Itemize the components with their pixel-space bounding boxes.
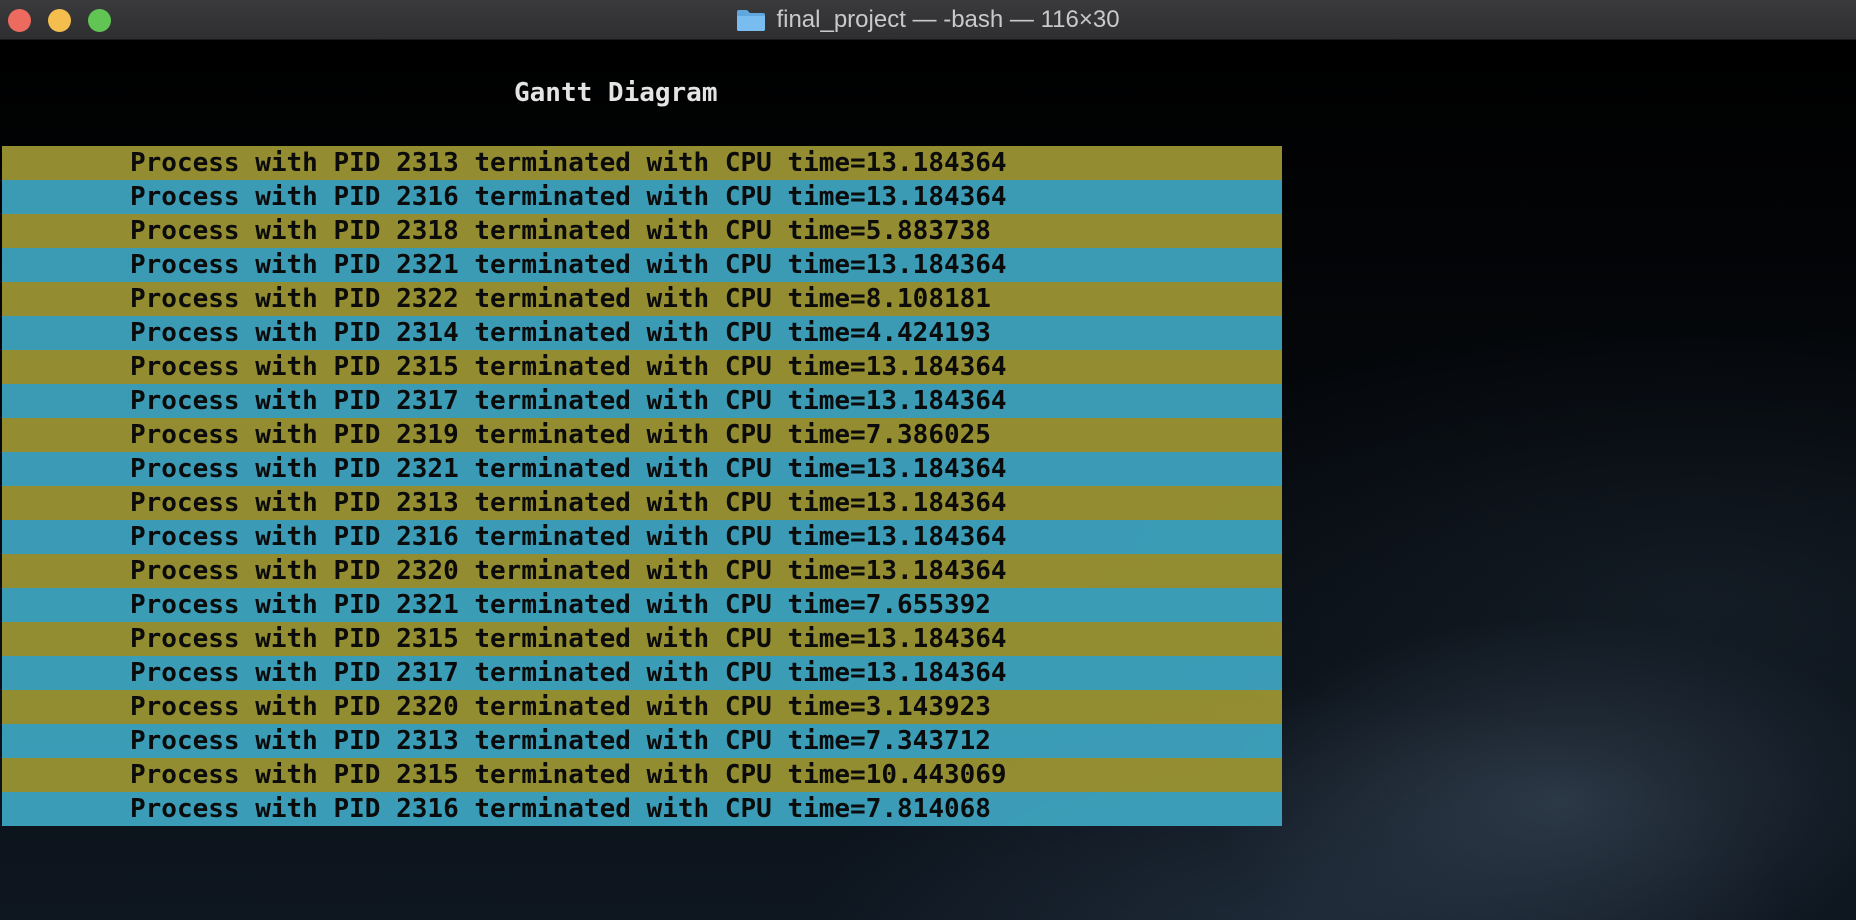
gantt-row: Process with PID 2315 terminated with CP…: [2, 622, 1282, 656]
gantt-row: Process with PID 2316 terminated with CP…: [2, 180, 1282, 214]
gantt-row: Process with PID 2316 terminated with CP…: [2, 792, 1282, 826]
gantt-rows: Process with PID 2313 terminated with CP…: [2, 146, 1282, 826]
gantt-row: Process with PID 2315 terminated with CP…: [2, 758, 1282, 792]
gantt-row: Process with PID 2321 terminated with CP…: [2, 452, 1282, 486]
gantt-row: Process with PID 2322 terminated with CP…: [2, 282, 1282, 316]
terminal-output-area[interactable]: Gantt Diagram Process with PID 2313 term…: [0, 40, 1856, 920]
window-title: final_project — -bash — 116×30: [776, 6, 1120, 33]
gantt-diagram-heading: Gantt Diagram: [514, 78, 718, 108]
gantt-row: Process with PID 2313 terminated with CP…: [2, 486, 1282, 520]
gantt-row: Process with PID 2317 terminated with CP…: [2, 656, 1282, 690]
gantt-row: Process with PID 2319 terminated with CP…: [2, 418, 1282, 452]
window-title-group: final_project — -bash — 116×30: [0, 0, 1856, 40]
gantt-row: Process with PID 2314 terminated with CP…: [2, 316, 1282, 350]
gantt-row: Process with PID 2320 terminated with CP…: [2, 554, 1282, 588]
gantt-row: Process with PID 2321 terminated with CP…: [2, 248, 1282, 282]
gantt-row: Process with PID 2313 terminated with CP…: [2, 146, 1282, 180]
gantt-row: Process with PID 2318 terminated with CP…: [2, 214, 1282, 248]
gantt-row: Process with PID 2321 terminated with CP…: [2, 588, 1282, 622]
gantt-row: Process with PID 2316 terminated with CP…: [2, 520, 1282, 554]
gantt-row: Process with PID 2320 terminated with CP…: [2, 690, 1282, 724]
title-bar[interactable]: final_project — -bash — 116×30: [0, 0, 1856, 40]
gantt-row: Process with PID 2315 terminated with CP…: [2, 350, 1282, 384]
folder-icon: [737, 10, 766, 31]
gantt-row: Process with PID 2317 terminated with CP…: [2, 384, 1282, 418]
gantt-row: Process with PID 2313 terminated with CP…: [2, 724, 1282, 758]
terminal-window: final_project — -bash — 116×30 Gantt Dia…: [0, 0, 1856, 920]
